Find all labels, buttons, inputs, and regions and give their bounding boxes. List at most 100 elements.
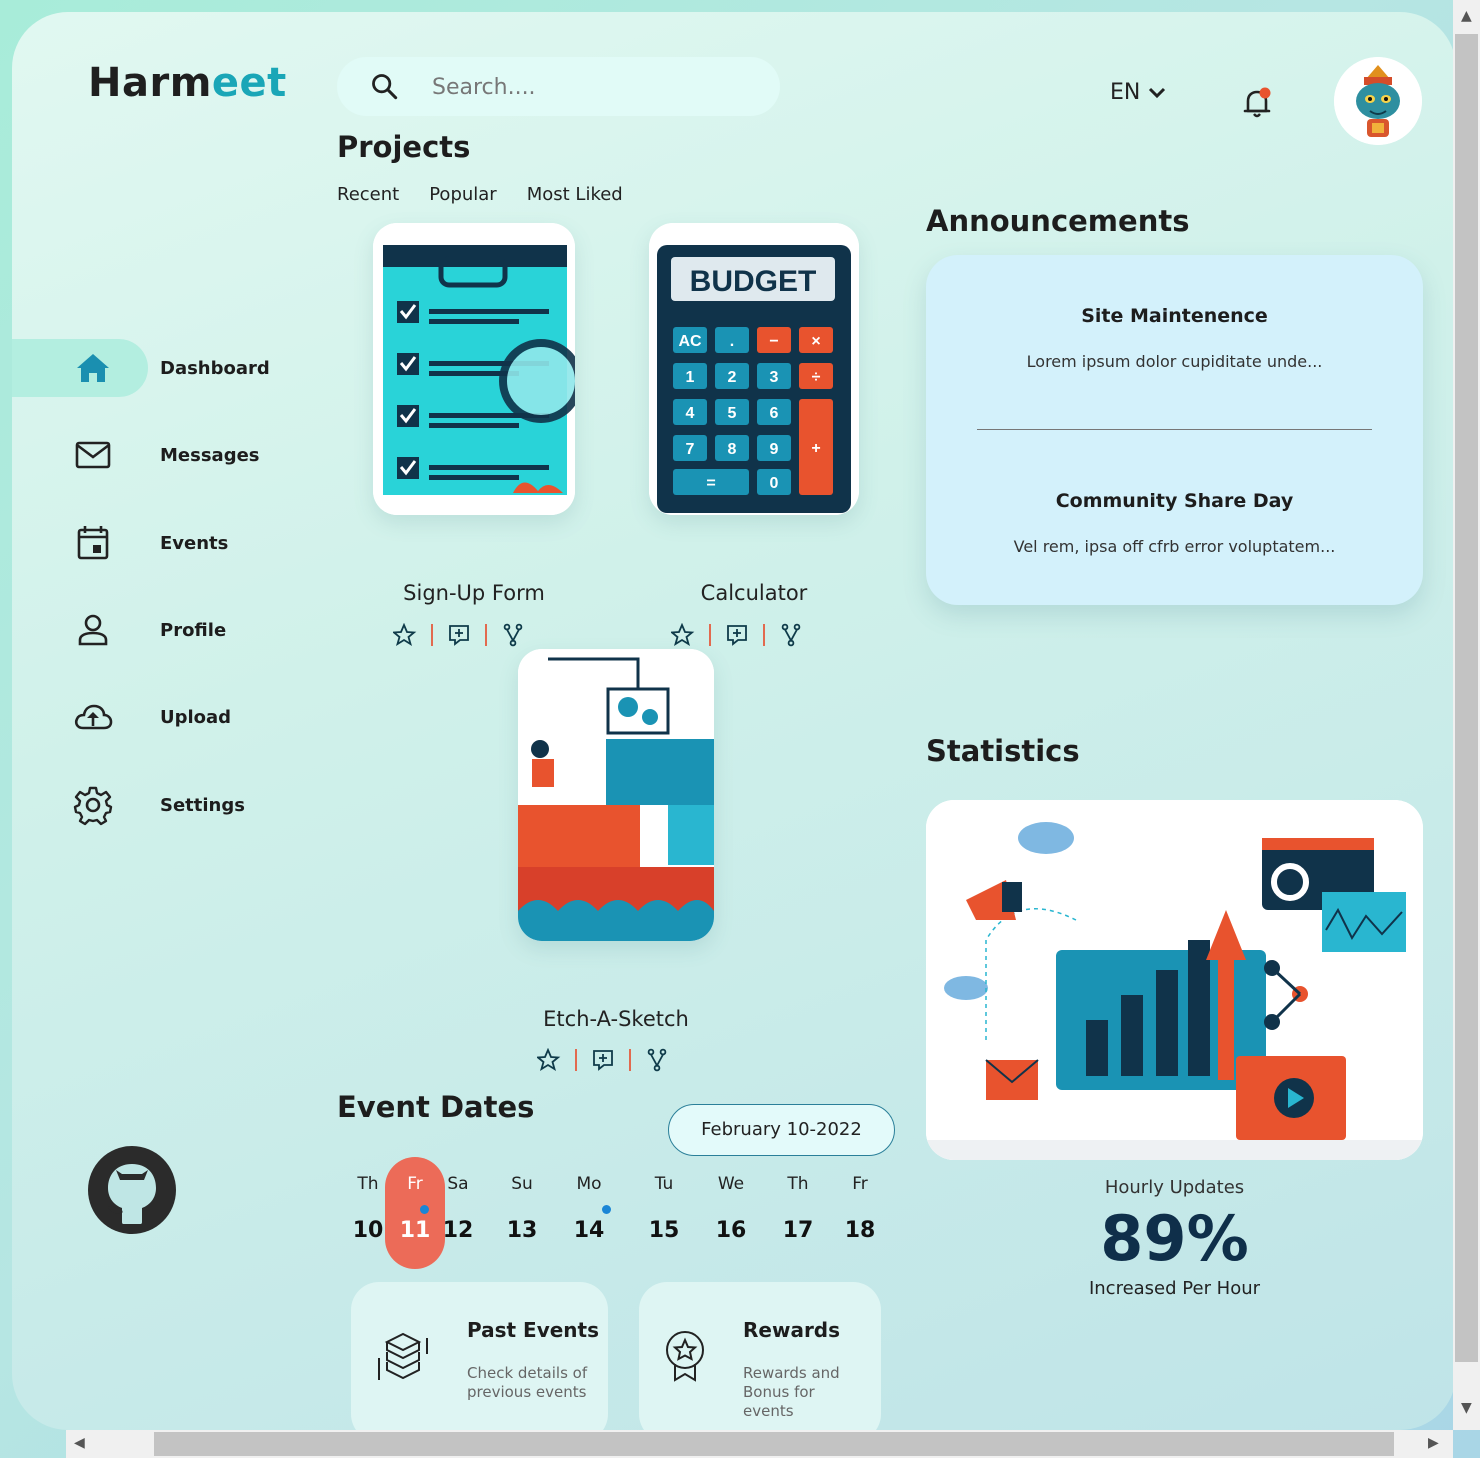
project-image-signup[interactable] (373, 223, 575, 515)
svg-text:6: 6 (770, 405, 779, 422)
action-separator (709, 624, 711, 646)
notification-bell-icon[interactable] (1240, 84, 1276, 120)
vertical-scrollbar[interactable]: ▲ ▼ (1453, 0, 1480, 1430)
scroll-right-arrow-icon[interactable]: ▶ (1428, 1435, 1439, 1451)
action-separator (763, 624, 765, 646)
project-title-etch-a-sketch: Etch-A-Sketch (543, 1007, 689, 1031)
horizontal-scrollbar[interactable]: ◀ ▶ (66, 1430, 1453, 1458)
svg-text:=: = (706, 475, 715, 492)
day-cell[interactable]: Th 10 (343, 1174, 393, 1243)
star-icon[interactable] (393, 623, 417, 647)
fork-icon[interactable] (645, 1048, 669, 1072)
svg-text:÷: ÷ (812, 369, 821, 386)
announcement-text: Lorem ipsum dolor cupiditate unde... (1026, 352, 1323, 371)
statistics-value: 89% (1100, 1202, 1249, 1275)
day-cell[interactable]: Fr 18 (835, 1174, 885, 1243)
star-icon[interactable] (537, 1048, 561, 1072)
user-avatar[interactable] (1334, 57, 1422, 145)
app-logo[interactable]: Harmeet (88, 60, 287, 106)
search-icon[interactable] (370, 72, 398, 100)
announcement-title[interactable]: Community Share Day (926, 490, 1423, 512)
svg-text:5: 5 (728, 405, 737, 422)
star-icon[interactable] (671, 623, 695, 647)
svg-text:2: 2 (728, 369, 737, 386)
sidebar-item-label: Messages (160, 444, 260, 466)
project-image-calculator[interactable]: BUDGET AC. − × 1 2 3 ÷ 4 5 6 7 8 9 + = 0 (649, 223, 859, 515)
day-cell[interactable]: Th 17 (773, 1174, 823, 1243)
announcements-card: Site Maintenence Lorem ipsum dolor cupid… (926, 255, 1423, 605)
day-cell[interactable]: Su 13 (497, 1174, 547, 1243)
svg-text:+: + (811, 440, 820, 457)
event-dot (602, 1205, 611, 1214)
mail-icon (75, 441, 111, 469)
announcement-text: Vel rem, ipsa off cfrb error voluptatem.… (1013, 537, 1336, 556)
clipboard-illustration (373, 223, 575, 515)
svg-text:AC: AC (678, 333, 702, 350)
date-range-selector[interactable]: February 10-2022 (668, 1104, 895, 1156)
sidebar-item-label: Profile (160, 619, 227, 641)
svg-text:3: 3 (770, 369, 779, 386)
project-actions-etch-a-sketch (537, 1048, 669, 1072)
day-cell[interactable]: Sa 12 (433, 1174, 483, 1243)
cloud-upload-icon (74, 704, 113, 730)
announcements-heading: Announcements (926, 204, 1190, 238)
fork-icon[interactable] (501, 623, 525, 647)
project-title-signup: Sign-Up Form (403, 581, 545, 605)
sidebar-item-label: Dashboard (160, 357, 270, 379)
search-input[interactable] (432, 71, 752, 103)
sidebar-item-label: Events (160, 532, 229, 554)
award-icon (666, 1331, 704, 1382)
svg-text:0: 0 (770, 475, 779, 492)
project-title-calculator: Calculator (700, 581, 808, 605)
home-icon (77, 354, 109, 382)
rewards-text: Rewards and Bonus for events (743, 1364, 840, 1420)
tab-most-liked[interactable]: Most Liked (527, 184, 623, 205)
comment-add-icon[interactable] (447, 623, 471, 647)
sidebar-item-dashboard[interactable]: Dashboard (12, 339, 270, 397)
marketing-illustration (926, 800, 1423, 1160)
svg-text:8: 8 (728, 441, 737, 458)
project-tabs: Recent Popular Most Liked (337, 184, 623, 205)
tab-popular[interactable]: Popular (429, 184, 497, 205)
fork-icon[interactable] (779, 623, 803, 647)
svg-text:.: . (730, 333, 734, 350)
action-separator (629, 1049, 631, 1071)
day-cell[interactable]: Tu 15 (639, 1174, 689, 1243)
logo-text-accent: eet (211, 60, 287, 106)
scroll-left-arrow-icon[interactable]: ◀ (74, 1435, 85, 1451)
scroll-up-arrow-icon[interactable]: ▲ (1461, 8, 1472, 24)
action-separator (575, 1049, 577, 1071)
svg-text:7: 7 (686, 441, 695, 458)
svg-text:×: × (811, 333, 820, 350)
svg-text:1: 1 (686, 369, 695, 386)
event-dot (420, 1205, 429, 1214)
tab-recent[interactable]: Recent (337, 184, 399, 205)
layers-icon (378, 1332, 428, 1380)
vertical-scroll-thumb[interactable] (1455, 34, 1478, 1362)
sidebar-item-label: Upload (160, 706, 232, 728)
project-actions-calculator (671, 623, 803, 647)
search-bar (337, 57, 780, 116)
svg-text:−: − (769, 333, 778, 350)
user-icon (78, 614, 108, 646)
action-separator (485, 624, 487, 646)
rewards-card[interactable]: Rewards Rewards and Bonus for events (639, 1282, 881, 1430)
project-image-etch-a-sketch[interactable] (518, 649, 714, 941)
day-cell[interactable]: We 16 (706, 1174, 756, 1243)
language-selector[interactable]: EN (1110, 80, 1166, 105)
budget-label: BUDGET (690, 265, 817, 298)
horizontal-scroll-thumb[interactable] (154, 1432, 1394, 1456)
announcement-title[interactable]: Site Maintenence (926, 305, 1423, 327)
logo-text-main: Harm (88, 60, 212, 106)
language-label: EN (1110, 80, 1141, 105)
project-actions-signup (393, 623, 525, 647)
scroll-down-arrow-icon[interactable]: ▼ (1461, 1400, 1472, 1416)
event-dates-heading: Event Dates (337, 1090, 535, 1124)
comment-add-icon[interactable] (591, 1048, 615, 1072)
github-icon[interactable] (86, 1144, 178, 1236)
past-events-card[interactable]: Past Events Check details of previous ev… (351, 1282, 608, 1430)
svg-text:4: 4 (686, 405, 695, 422)
comment-add-icon[interactable] (725, 623, 749, 647)
calculator-illustration: BUDGET AC. − × 1 2 3 ÷ 4 5 6 7 8 9 + = 0 (649, 223, 859, 515)
svg-text:9: 9 (770, 441, 779, 458)
